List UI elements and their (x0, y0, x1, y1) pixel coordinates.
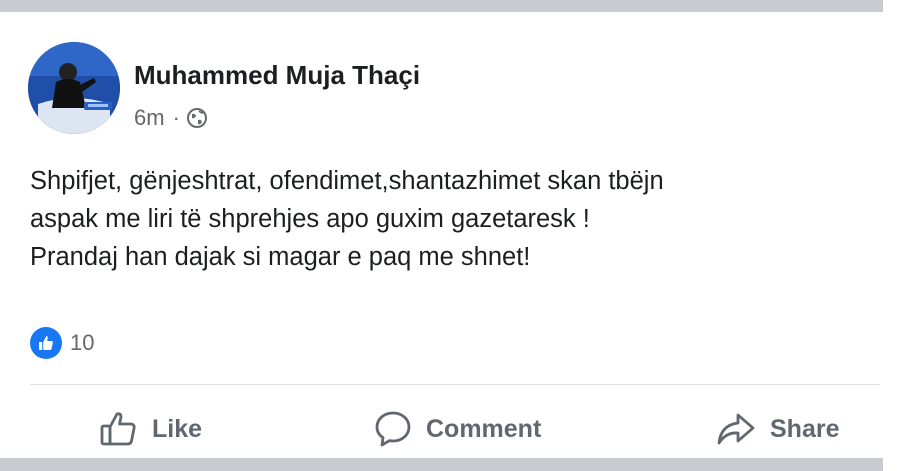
author-name[interactable]: Muhammed Muja Thaçi (134, 60, 420, 91)
comment-button[interactable]: Comment (374, 406, 541, 452)
thumbs-up-icon (30, 327, 62, 359)
reaction-count: 10 (70, 330, 95, 355)
post-timestamp[interactable]: 6m (134, 105, 165, 131)
post-text-line: Shpifjet, gënjeshtrat, ofendimet,shantaz… (30, 167, 664, 195)
bottom-separator-bar (0, 458, 883, 471)
meta-separator: · (172, 105, 180, 130)
comment-label: Comment (426, 414, 542, 443)
globe-icon[interactable] (186, 107, 208, 129)
post-text-line: Prandaj han dajak si magar e paq me shne… (30, 243, 531, 271)
avatar-image-icon (28, 42, 120, 134)
thumbs-up-outline-icon (100, 412, 136, 446)
post-text-line: aspak me liri të shprehjes apo guxim gaz… (30, 205, 590, 233)
facebook-post: Muhammed Muja Thaçi 6m · Shpifjet, gënje… (0, 12, 883, 458)
share-label: Share (770, 414, 840, 443)
avatar[interactable] (28, 42, 120, 134)
reaction-summary[interactable]: 10 (30, 326, 94, 360)
share-arrow-icon (717, 413, 755, 445)
screenshot: Muhammed Muja Thaçi 6m · Shpifjet, gënje… (0, 0, 900, 471)
top-separator-bar (0, 0, 883, 12)
comment-bubble-icon (375, 411, 411, 447)
like-label: Like (152, 414, 203, 443)
post-meta: 6m · (134, 105, 208, 131)
right-edge (883, 0, 900, 471)
post-text: Shpifjet, gënjeshtrat, ofendimet,shantaz… (30, 162, 880, 276)
actions-divider (30, 384, 880, 385)
share-button[interactable]: Share (716, 406, 839, 452)
like-button[interactable]: Like (100, 406, 202, 452)
